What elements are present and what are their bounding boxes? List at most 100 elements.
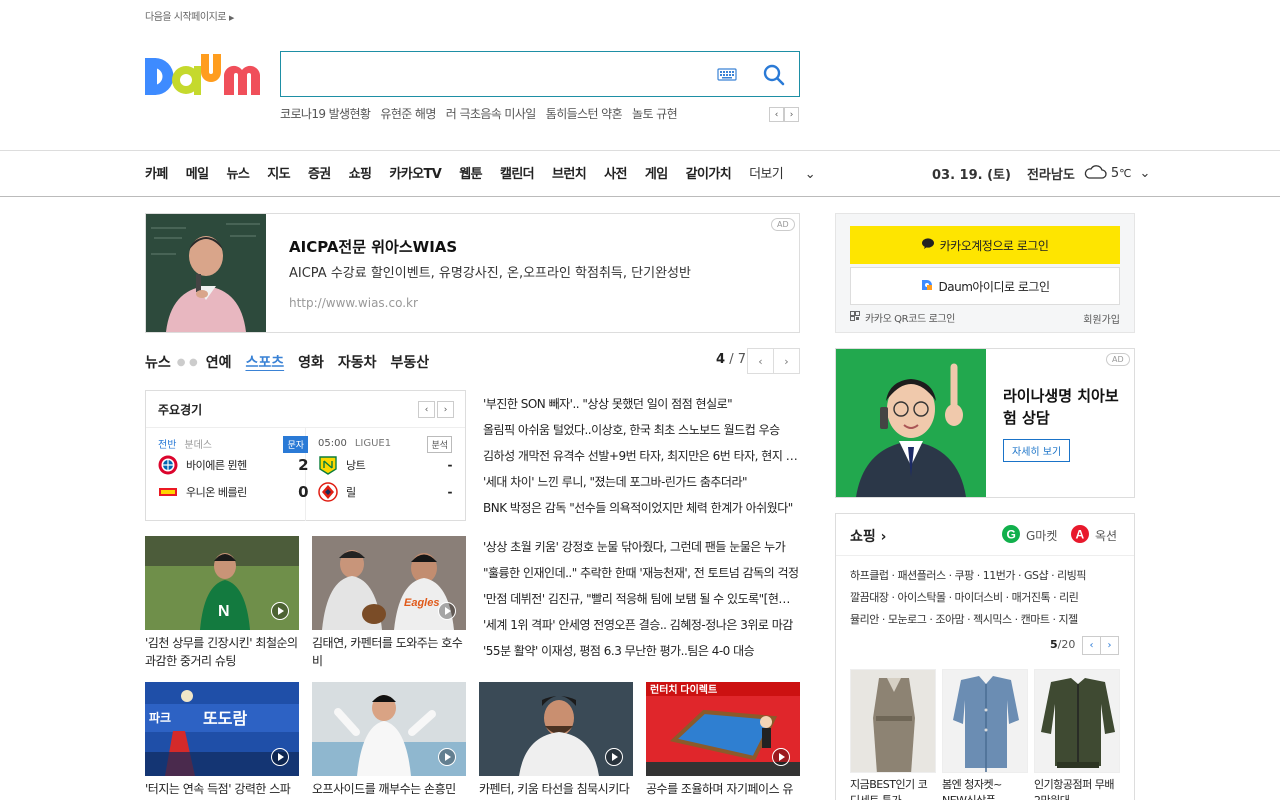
video-caption[interactable]: '김천 상무를 긴장시킨' 최철순의 과감한 중거리 슈팅 [145,634,299,670]
svg-text:또도람: 또도람 [203,709,247,728]
tab-entertainment[interactable]: 연예 [206,352,232,372]
search-input[interactable] [291,62,711,86]
trending-keyword[interactable]: 코로나19 발생현황 [280,107,371,121]
nav-more-button[interactable]: 더보기 ⌄ [749,163,833,182]
headline-link[interactable]: '세대 차이' 느낀 루니, "졌는데 포그바-린가드 춤추더라" [483,469,800,495]
chevron-right-icon[interactable]: › [1100,636,1119,655]
lille-emblem-icon [318,481,338,502]
chevron-right-icon[interactable]: › [437,401,454,418]
chevron-left-icon[interactable]: ‹ [1082,636,1101,655]
daum-homepage: 다음을 시작페이지로 ▶ 코로나19 발생현황 유현준 해명 러 극초음속 미사일 톰히… [0,0,1280,800]
page-total: / 7 [729,352,746,367]
side-ad[interactable]: 라이나생명 치아보험 상담 자세히 보기 AD [835,348,1135,498]
nav-item-map[interactable]: 지도 [267,163,290,182]
trending-keyword[interactable]: 유현준 해명 [380,107,436,121]
chevron-down-icon[interactable]: ⌄ [1139,166,1150,181]
video-thumbnail[interactable]: 또도람 파크 [145,682,299,776]
headline-link[interactable]: '부진한 SON 빼자'.. "상상 못했던 일이 점점 현실로" [483,391,800,417]
daum-logo[interactable] [145,50,261,98]
kakao-login-button[interactable]: 카카오계정으로 로그인 [850,226,1120,264]
tab-sports[interactable]: 스포츠 [245,352,284,372]
video-caption[interactable]: 공수를 조율하며 자기페이스 유지 [646,780,800,800]
headline-link[interactable]: '세계 1위 격파' 안세영 전영오픈 결승.. 김혜정-정나은 3위로 마감 [483,612,800,638]
nav-item-together[interactable]: 같이가치 [686,163,732,182]
region-text: 전라남도 [1026,167,1075,183]
chevron-left-icon[interactable]: ‹ [747,348,774,374]
chevron-right-icon[interactable]: › [784,107,799,122]
qr-code-icon [850,311,860,324]
svg-text:G: G [1007,528,1016,542]
nav-item-news[interactable]: 뉴스 [226,163,249,182]
chevron-left-icon[interactable]: ‹ [769,107,784,122]
headline-link[interactable]: '55분 활약' 이재성, 평점 6.3 무난한 평가..팀은 4-0 대승 [483,638,800,664]
shopping-category-row[interactable]: 뮬리안 · 모눈로그 · 조아맘 · 젝시믹스 · 캔마트 · 지젤 [850,609,1125,631]
nav-item-mail[interactable]: 메일 [186,163,209,182]
team-score: 0 [298,482,308,501]
product-image[interactable] [1034,669,1120,773]
tab-news[interactable]: 뉴스 [145,352,171,372]
headline-link[interactable]: '만점 데뷔전' 김진규, "빨리 적응해 팀에 보탬 될 수 있도록"[현장인… [483,586,800,612]
nav-item-webtoon[interactable]: 웹툰 [459,163,482,182]
nav-item-game[interactable]: 게임 [645,163,668,182]
page-total: /20 [1057,638,1076,651]
svg-text:파크: 파크 [149,710,171,725]
chevron-right-icon: › [880,529,887,545]
chevron-left-icon[interactable]: ‹ [418,401,435,418]
shopping-category-row[interactable]: 깔끔대장 · 아이스탁몰 · 마이더스비 · 매거진톡 · 리린 [850,587,1125,609]
product-caption[interactable]: 지금BEST인기 코디세트 특가 [850,777,936,800]
headline-link[interactable]: 김하성 개막전 유격수 선발+9번 타자, 최지만은 6번 타자, 현지 전망 [483,443,800,469]
daum-login-button[interactable]: Daum아이디로 로그인 [850,267,1120,305]
video-thumbnail[interactable]: Eagles [312,536,466,630]
video-thumbnail[interactable] [312,682,466,776]
video-thumbnail[interactable]: 런터치 다이렉트 [646,682,800,776]
headline-link[interactable]: 올림픽 아쉬움 털었다..이상호, 한국 최초 스노보드 월드컵 우승 [483,417,800,443]
search-icon[interactable] [761,62,787,88]
headline-link[interactable]: BNK 박정은 감독 "선수들 의욕적이었지만 체력 한계가 아쉬웠다" [483,495,800,521]
gmarket-link[interactable]: G G마켓 [1002,525,1057,546]
match-league: 분데스 [184,439,213,451]
side-ad-button[interactable]: 자세히 보기 [1003,439,1071,462]
product-caption[interactable]: 봄엔 청자켓~ NEW신상품 [942,777,1028,800]
tab-movie[interactable]: 영화 [298,352,324,372]
trending-keyword[interactable]: 톰히들스턴 약혼 [546,107,623,121]
keyboard-icon[interactable] [717,66,737,82]
side-ad-image [836,349,986,497]
product-caption[interactable]: 인기항공점퍼 무배2만원대 [1034,777,1120,800]
match-card[interactable]: 05:00 LIGUE1 분석 낭트 - 릴 - [318,435,453,505]
nav-item-stock[interactable]: 증권 [308,163,331,182]
nav-item-kakaotv[interactable]: 카카오TV [389,163,441,182]
date-weather[interactable]: 03. 19. (토) 전라남도 5 ℃ ⌄ [932,162,1150,184]
video-caption[interactable]: '터지는 연속 득점' 강력한 스파이크 [145,780,299,800]
nav-item-cafe[interactable]: 카페 [145,163,168,182]
ad-banner[interactable]: AICPA전문 위아스WIAS AICPA 수강료 할인이벤트, 유명강사진, … [145,213,800,333]
chevron-down-icon: ⌄ [804,167,816,182]
video-thumbnail[interactable] [479,682,633,776]
product-image[interactable] [942,669,1028,773]
shopping-category-row[interactable]: 하프클럽 · 패션플러스 · 쿠팡 · 11번가 · GS샵 · 리빙픽 [850,565,1125,587]
chevron-right-icon[interactable]: › [773,348,800,374]
trending-keyword[interactable]: 놀토 규현 [632,107,678,121]
auction-link[interactable]: A 옥션 [1071,525,1117,546]
qr-login-link[interactable]: 카카오 QR코드 로그인 [850,310,955,325]
shopping-title[interactable]: 쇼핑 › [850,526,886,546]
startpage-link[interactable]: 다음을 시작페이지로 ▶ [145,8,234,23]
match-card[interactable]: 전반 분데스 문자 바이에른 뮌헨 2 우니온 베를린 0 [158,435,308,505]
nav-item-brunch[interactable]: 브런치 [552,163,587,182]
video-caption[interactable]: 오프사이드를 깨부수는 손흥민 [312,780,466,798]
nav-item-shopping[interactable]: 쇼핑 [349,163,372,182]
video-caption[interactable]: 카펜터, 키움 타선을 침묵시키다 [479,780,633,798]
join-link[interactable]: 회원가입 [1083,311,1120,326]
video-thumbnail[interactable]: N [145,536,299,630]
headline-link[interactable]: '상상 초월 키움' 강정호 눈물 닦아줬다, 그런데 팬들 눈물은 누가 [483,534,800,560]
nav-item-dictionary[interactable]: 사전 [604,163,627,182]
product-image[interactable] [850,669,936,773]
union-berlin-emblem-icon [158,482,178,502]
nav-item-calendar[interactable]: 캘린더 [500,163,535,182]
tab-car[interactable]: 자동차 [338,352,377,372]
tab-realestate[interactable]: 부동산 [391,352,430,372]
trending-keyword[interactable]: 러 극초음속 미사일 [446,107,537,121]
headline-link[interactable]: "훌륭한 인재인데.." 추락한 한때 '재능천재', 전 토트넘 감독의 걱정 [483,560,800,586]
news-pagination: 4 / 7 [716,352,746,367]
video-caption[interactable]: 김태연, 카펜터를 도와주는 호수비 [312,634,466,670]
match-league: LIGUE1 [354,437,392,449]
